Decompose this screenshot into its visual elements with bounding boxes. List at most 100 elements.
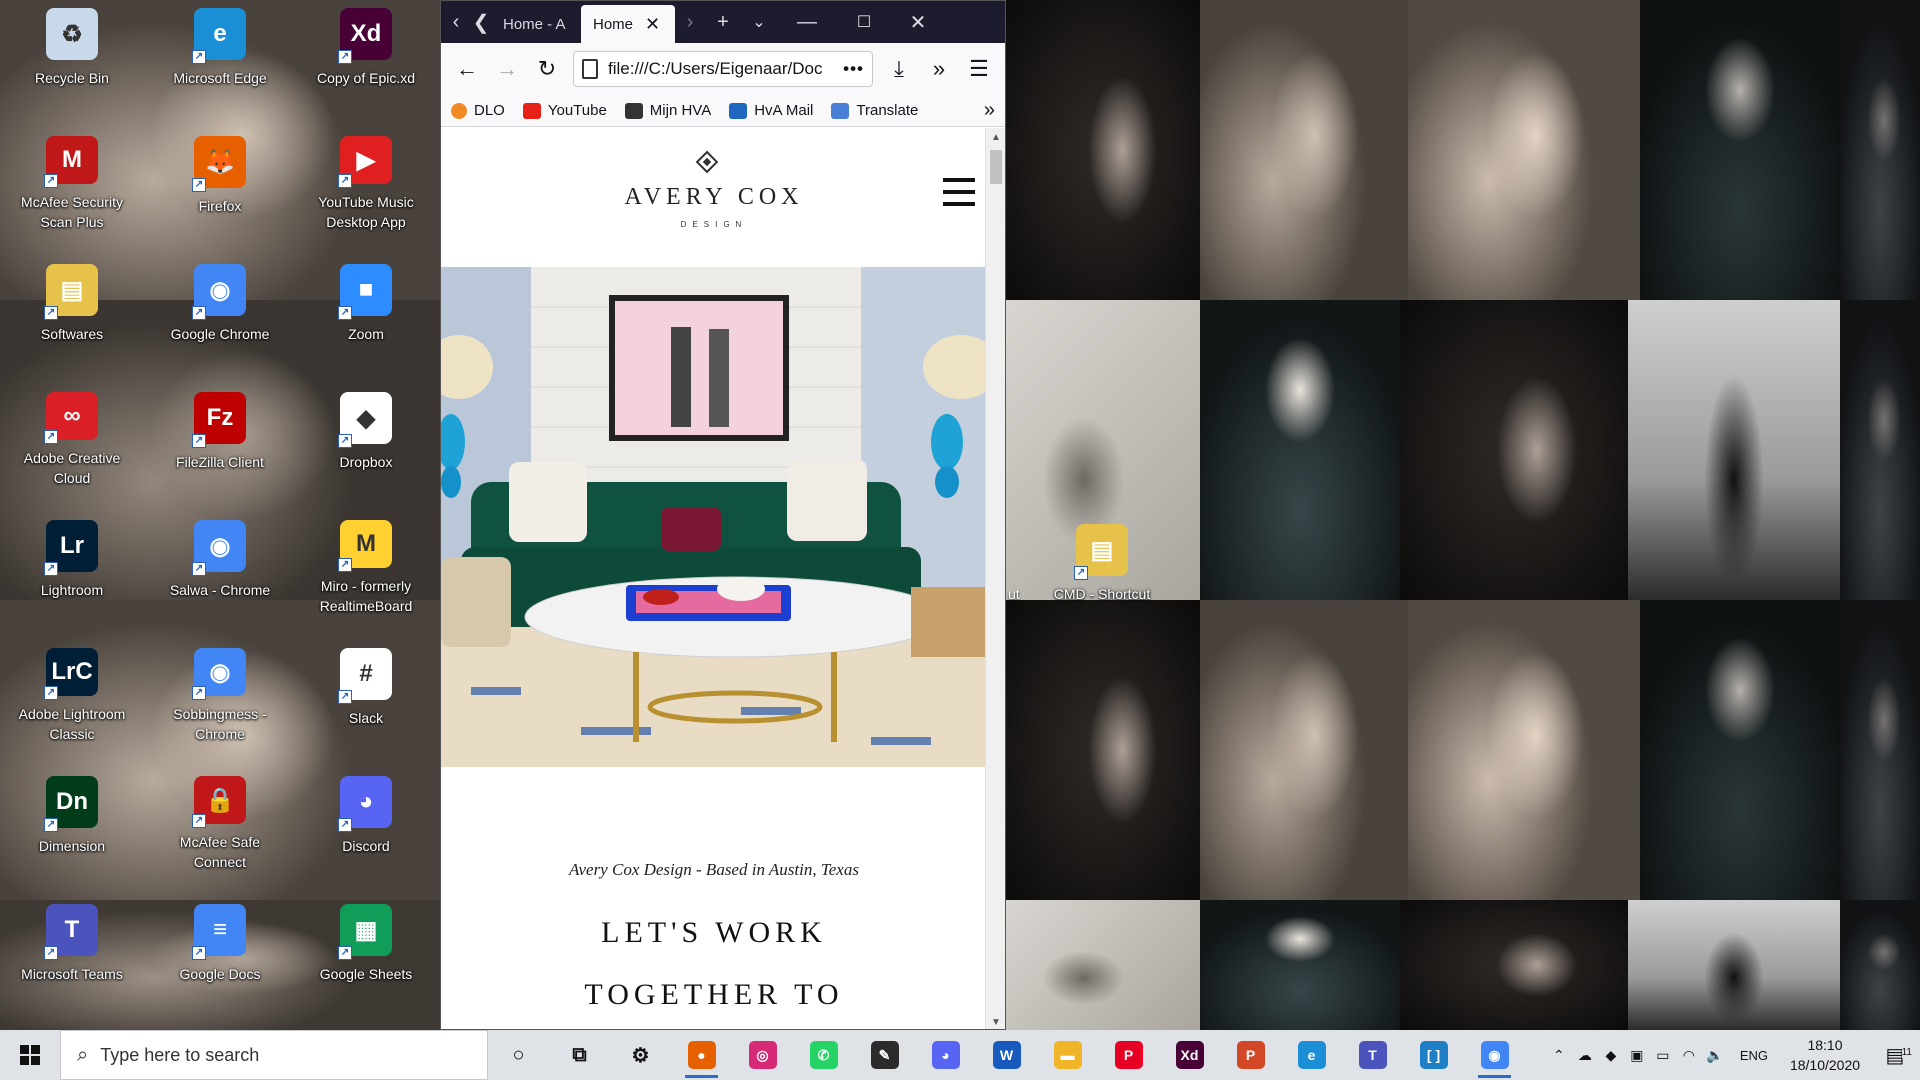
taskbar-app[interactable]: Xd bbox=[1159, 1030, 1220, 1080]
dropbox-tray-icon[interactable]: ◆ bbox=[1598, 1047, 1624, 1064]
folder-icon: ▤ ↗ bbox=[44, 264, 98, 320]
taskbar-app[interactable]: ✎ bbox=[854, 1030, 915, 1080]
desktop-icon-label: Google Sheets bbox=[319, 966, 413, 982]
desktop-icon[interactable]: T ↗ Microsoft Teams bbox=[12, 900, 132, 1000]
mcafee-tray-icon[interactable]: ▣ bbox=[1624, 1047, 1650, 1064]
close-tab-icon[interactable]: ✕ bbox=[645, 14, 660, 35]
notification-center[interactable]: ▤ 11 bbox=[1870, 1043, 1920, 1068]
taskbar: ⌕ Type here to search ○ ⧉ ⚙ ● ◎ ✆ ✎ ◕ W ▬ P Xd Pe T [ … bbox=[0, 1030, 1920, 1080]
desktop-icon[interactable]: ◉ ↗ Salwa - Chrome bbox=[160, 516, 280, 616]
desktop-icon[interactable]: ■ ↗ Zoom bbox=[306, 260, 426, 360]
taskbar-app[interactable]: P bbox=[1220, 1030, 1281, 1080]
list-tabs-icon[interactable]: ⌄ bbox=[741, 1, 777, 43]
desktop-icon[interactable]: 🔒 ↗ McAfee Safe Connect bbox=[160, 772, 280, 872]
url-text[interactable]: file:///C:/Users/Eigenaar/Doc bbox=[608, 59, 837, 79]
desktop-icon[interactable]: M ↗ Miro - formerly RealtimeBoard bbox=[306, 516, 426, 616]
bookmark-youtube[interactable]: YouTube bbox=[522, 102, 607, 119]
desktop-icon[interactable]: ◉ ↗ Sobbingmess - Chrome bbox=[160, 644, 280, 744]
desktop-icon[interactable]: ♻ Recycle Bin bbox=[12, 4, 132, 104]
url-bar[interactable]: file:///C:/Users/Eigenaar/Doc ••• bbox=[573, 51, 873, 87]
bookmark-hva-mail[interactable]: HvA Mail bbox=[729, 102, 813, 119]
miro-icon: M ↗ bbox=[338, 520, 392, 572]
desktop-icon[interactable]: Xd ↗ Copy of Epic.xd bbox=[306, 4, 426, 104]
overflow-chevron-icon[interactable]: » bbox=[919, 49, 959, 89]
desktop-icon[interactable]: M ↗ McAfee Security Scan Plus bbox=[12, 132, 132, 232]
desktop-icon[interactable]: 🦊 ↗ Firefox bbox=[160, 132, 280, 232]
scroll-up-icon[interactable]: ▲ bbox=[986, 128, 1005, 146]
firefox-window[interactable]: ‹ ❮ Home - A Home ✕ › + ⌄ — ☐ ✕ ← → ↻ fi… bbox=[440, 0, 1006, 1030]
start-button[interactable] bbox=[0, 1030, 60, 1080]
taskbar-app[interactable]: ⧉ bbox=[549, 1030, 610, 1080]
taskbar-app[interactable]: T bbox=[1342, 1030, 1403, 1080]
maximize-icon[interactable]: ☐ bbox=[837, 1, 891, 43]
taskbar-app[interactable]: ✆ bbox=[793, 1030, 854, 1080]
taskbar-search[interactable]: ⌕ Type here to search bbox=[60, 1030, 488, 1080]
lightroom-classic-icon: LrC ↗ bbox=[44, 648, 98, 700]
taskbar-app[interactable]: e bbox=[1281, 1030, 1342, 1080]
desktop-icon[interactable]: # ↗ Slack bbox=[306, 644, 426, 744]
taskbar-app[interactable]: ⚙ bbox=[610, 1030, 671, 1080]
desktop-icon[interactable]: LrC ↗ Adobe Lightroom Classic bbox=[12, 644, 132, 744]
desktop-icon[interactable]: ∞ ↗ Adobe Creative Cloud bbox=[12, 388, 132, 488]
taskbar-app[interactable]: ● bbox=[671, 1030, 732, 1080]
desktop-icon-label: Lightroom bbox=[40, 582, 104, 598]
bookmark-translate[interactable]: Translate bbox=[831, 102, 918, 119]
taskbar-app[interactable]: [ ] bbox=[1403, 1030, 1464, 1080]
page-scrollbar[interactable]: ▲ ▼ bbox=[985, 128, 1005, 1029]
clock[interactable]: 18:10 18/10/2020 bbox=[1780, 1035, 1870, 1075]
taskbar-app[interactable]: W bbox=[976, 1030, 1037, 1080]
site-menu-icon[interactable] bbox=[943, 178, 975, 206]
back-icon[interactable]: ← bbox=[447, 49, 487, 89]
forward-icon[interactable]: → bbox=[487, 49, 527, 89]
desktop-icon[interactable]: Fz ↗ FileZilla Client bbox=[160, 388, 280, 488]
desktop-icon[interactable]: e ↗ Microsoft Edge bbox=[160, 4, 280, 104]
discord-icon: ◕ bbox=[931, 1041, 960, 1069]
title-bar[interactable]: ‹ ❮ Home - A Home ✕ › + ⌄ — ☐ ✕ bbox=[441, 1, 1005, 43]
taskbar-app[interactable]: ○ bbox=[488, 1030, 549, 1080]
bookmarks-overflow-icon[interactable]: » bbox=[984, 99, 995, 122]
desktop-icon[interactable]: ◉ ↗ Google Chrome bbox=[160, 260, 280, 360]
desktop-icon[interactable]: Dn ↗ Dimension bbox=[12, 772, 132, 872]
taskbar-app[interactable]: ◉ bbox=[1464, 1030, 1525, 1080]
bracket-app-icon: [ ] bbox=[1419, 1041, 1448, 1069]
desktop-icon[interactable]: ▶ ↗ YouTube Music Desktop App bbox=[306, 132, 426, 232]
bookmark-mijn-hva[interactable]: Mijn HVA bbox=[624, 102, 711, 119]
system-tray: ⌃ ☁ ◆ ▣ ▭ ◠ 🔈 ENG 18:10 18/10/2020 ▤ 11 bbox=[1546, 1030, 1920, 1080]
tab-home[interactable]: Home ✕ bbox=[581, 5, 675, 43]
taskbar-app[interactable]: ▬ bbox=[1037, 1030, 1098, 1080]
chevron-left-icon[interactable]: ❮ bbox=[471, 1, 491, 43]
volume-icon[interactable]: 🔈 bbox=[1702, 1047, 1728, 1064]
tab-home-a[interactable]: Home - A bbox=[491, 5, 581, 43]
wifi-icon[interactable]: ◠ bbox=[1676, 1047, 1702, 1064]
bookmark-dlo[interactable]: DLO bbox=[451, 102, 505, 119]
desktop-icon[interactable]: ◆ ↗ Dropbox bbox=[306, 388, 426, 488]
reload-icon[interactable]: ↻ bbox=[527, 49, 567, 89]
taskbar-app[interactable]: ◕ bbox=[915, 1030, 976, 1080]
scroll-thumb[interactable] bbox=[990, 150, 1002, 184]
cloud-icon[interactable]: ☁ bbox=[1572, 1047, 1598, 1064]
language-indicator[interactable]: ENG bbox=[1740, 1048, 1768, 1063]
scroll-down-icon[interactable]: ▼ bbox=[986, 1013, 1005, 1029]
new-tab-icon[interactable]: + bbox=[705, 1, 741, 43]
brand-name[interactable]: AVERY COX bbox=[441, 184, 987, 211]
desktop-icon-label: Zoom bbox=[348, 326, 384, 342]
desktop-icon[interactable]: ▤ ↗ Softwares bbox=[12, 260, 132, 360]
chevron-up-icon[interactable]: ⌃ bbox=[1546, 1047, 1572, 1064]
tab-scroll-left-icon[interactable]: ‹ bbox=[441, 1, 471, 43]
discord-icon: ◕ ↗ bbox=[338, 776, 392, 832]
download-icon[interactable]: ⤓ bbox=[879, 49, 919, 89]
desktop-icon[interactable]: ≡ ↗ Google Docs bbox=[160, 900, 280, 1000]
page-actions-icon[interactable]: ••• bbox=[843, 59, 864, 79]
hamburger-menu-icon[interactable]: ☰ bbox=[959, 49, 999, 89]
desktop-icon-cmd-shortcut[interactable]: ▤ ↗ CMD - Shortcut bbox=[1042, 520, 1162, 620]
desktop-icon[interactable]: ◕ ↗ Discord bbox=[306, 772, 426, 872]
taskbar-app[interactable]: P bbox=[1098, 1030, 1159, 1080]
desktop-icon[interactable]: Lr ↗ Lightroom bbox=[12, 516, 132, 616]
taskbar-app[interactable]: ◎ bbox=[732, 1030, 793, 1080]
tab-scroll-right-icon[interactable]: › bbox=[675, 1, 705, 43]
minimize-icon[interactable]: — bbox=[777, 1, 837, 43]
desktop-icon[interactable]: ▦ ↗ Google Sheets bbox=[306, 900, 426, 1000]
bookmarks-toolbar: DLO YouTube Mijn HVA HvA Mail Translate … bbox=[441, 95, 1005, 127]
close-window-icon[interactable]: ✕ bbox=[891, 1, 945, 43]
battery-icon[interactable]: ▭ bbox=[1650, 1047, 1676, 1064]
